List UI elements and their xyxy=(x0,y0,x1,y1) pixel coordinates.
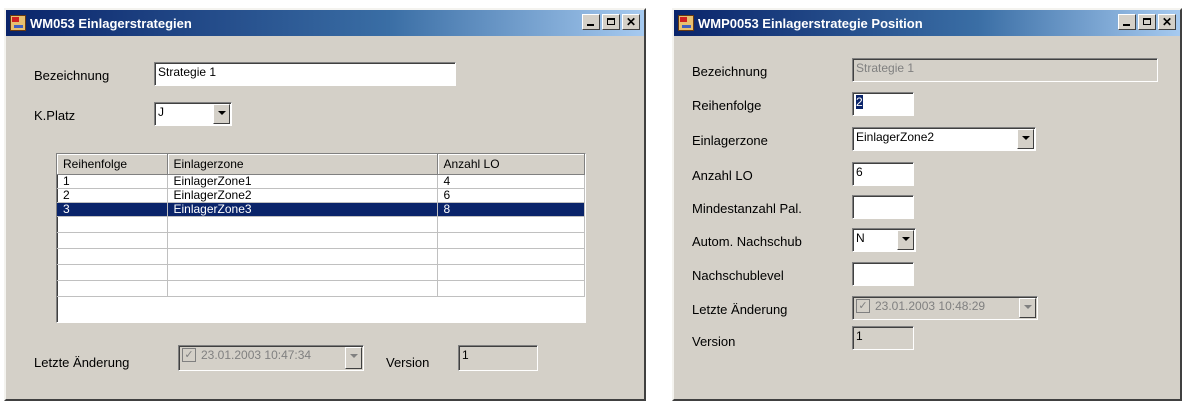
table-row-empty[interactable] xyxy=(57,232,585,249)
table-row-empty[interactable] xyxy=(57,216,585,233)
title-bar[interactable]: WMP0053 Einlagerstrategie Position ✕ xyxy=(674,10,1180,36)
close-icon: ✕ xyxy=(1161,15,1173,29)
anzahl-lo-label: Anzahl LO xyxy=(692,168,753,183)
cell-einlagerzone: EinlagerZone3 xyxy=(167,202,438,217)
mindestanzahl-input[interactable] xyxy=(852,195,914,219)
letzte-aenderung-label: Letzte Änderung xyxy=(692,302,788,317)
nachschublevel-input[interactable] xyxy=(852,262,914,286)
app-icon[interactable] xyxy=(10,15,26,31)
einlagerzone-value: EinlagerZone2 xyxy=(856,130,935,144)
dropdown-arrow-icon[interactable] xyxy=(1017,129,1034,149)
einlagerzone-select[interactable]: EinlagerZone2 xyxy=(852,127,1036,151)
letzte-aenderung-label: Letzte Änderung xyxy=(34,355,130,370)
window-einlagerstrategie-position: WMP0053 Einlagerstrategie Position ✕ Bez… xyxy=(672,8,1182,401)
mindestanzahl-label: Mindestanzahl Pal. xyxy=(692,201,802,216)
dropdown-arrow-icon xyxy=(1019,298,1036,318)
checkbox-checked-icon: ✓ xyxy=(856,299,870,313)
dropdown-arrow-icon xyxy=(345,347,362,369)
cell-reihenfolge: 2 xyxy=(57,188,168,203)
bezeichnung-input[interactable]: Strategie 1 xyxy=(154,62,456,86)
letzte-aenderung-value: 23.01.2003 10:47:34 xyxy=(201,348,312,362)
reihenfolge-input[interactable]: 2 xyxy=(852,92,914,116)
minimize-button[interactable] xyxy=(1118,14,1136,30)
cell-anzahl-lo: 6 xyxy=(437,188,585,203)
cell-reihenfolge: 1 xyxy=(57,174,168,189)
version-field: 1 xyxy=(852,326,914,350)
autom-nachschub-select[interactable]: N xyxy=(852,228,916,252)
window-title: WMP0053 Einlagerstrategie Position xyxy=(698,15,923,31)
letzte-aenderung-field: ✓ 23.01.2003 10:47:34 xyxy=(178,345,364,371)
version-field: 1 xyxy=(458,345,538,371)
anzahl-lo-input[interactable]: 6 xyxy=(852,162,914,186)
version-label: Version xyxy=(692,334,736,349)
checkbox-checked-icon: ✓ xyxy=(182,348,196,362)
reihenfolge-value: 2 xyxy=(856,95,863,109)
column-header-einlagerzone[interactable]: Einlagerzone xyxy=(167,154,438,175)
table-row-empty[interactable] xyxy=(57,264,585,281)
maximize-button[interactable] xyxy=(602,14,620,30)
cell-anzahl-lo: 8 xyxy=(437,202,585,217)
close-button[interactable]: ✕ xyxy=(1158,14,1176,30)
table-row[interactable]: 2 EinlagerZone2 6 xyxy=(57,188,585,203)
title-bar[interactable]: WM053 Einlagerstrategien ✕ xyxy=(6,10,644,36)
kplatz-value: J xyxy=(158,105,164,119)
close-button[interactable]: ✕ xyxy=(622,14,640,30)
kplatz-label: K.Platz xyxy=(34,108,76,123)
table-row-empty[interactable] xyxy=(57,248,585,265)
table-row[interactable]: 1 EinlagerZone1 4 xyxy=(57,174,585,189)
cell-einlagerzone: EinlagerZone2 xyxy=(167,188,438,203)
dropdown-arrow-icon[interactable] xyxy=(897,230,914,250)
version-label: Version xyxy=(386,355,430,370)
maximize-button[interactable] xyxy=(1138,14,1156,30)
close-icon: ✕ xyxy=(625,15,637,29)
minimize-button[interactable] xyxy=(582,14,600,30)
autom-nachschub-value: N xyxy=(856,231,865,245)
bezeichnung-label: Bezeichnung xyxy=(692,64,768,79)
kplatz-select[interactable]: J xyxy=(154,102,232,126)
reihenfolge-label: Reihenfolge xyxy=(692,98,762,113)
bezeichnung-input: Strategie 1 xyxy=(852,58,1158,82)
letzte-aenderung-value: 23.01.2003 10:48:29 xyxy=(875,299,986,313)
cell-anzahl-lo: 4 xyxy=(437,174,585,189)
column-header-reihenfolge[interactable]: Reihenfolge xyxy=(57,154,168,175)
einlagerzone-label: Einlagerzone xyxy=(692,133,768,148)
app-icon[interactable] xyxy=(678,15,694,31)
table-row-empty[interactable] xyxy=(57,280,585,297)
column-header-anzahl-lo[interactable]: Anzahl LO xyxy=(437,154,585,175)
nachschublevel-label: Nachschublevel xyxy=(692,268,784,283)
window-einlagerstrategien: WM053 Einlagerstrategien ✕ Bezeichnung S… xyxy=(4,8,646,401)
bezeichnung-label: Bezeichnung xyxy=(34,68,110,83)
cell-reihenfolge: 3 xyxy=(57,202,168,217)
strategy-table[interactable]: Reihenfolge Einlagerzone Anzahl LO 1 Ein… xyxy=(56,153,586,323)
window-title: WM053 Einlagerstrategien xyxy=(30,15,192,31)
autom-nachschub-label: Autom. Nachschub xyxy=(692,234,802,249)
table-row-selected[interactable]: 3 EinlagerZone3 8 xyxy=(57,202,585,217)
cell-einlagerzone: EinlagerZone1 xyxy=(167,174,438,189)
dropdown-arrow-icon[interactable] xyxy=(213,104,230,124)
letzte-aenderung-field: ✓ 23.01.2003 10:48:29 xyxy=(852,296,1038,320)
